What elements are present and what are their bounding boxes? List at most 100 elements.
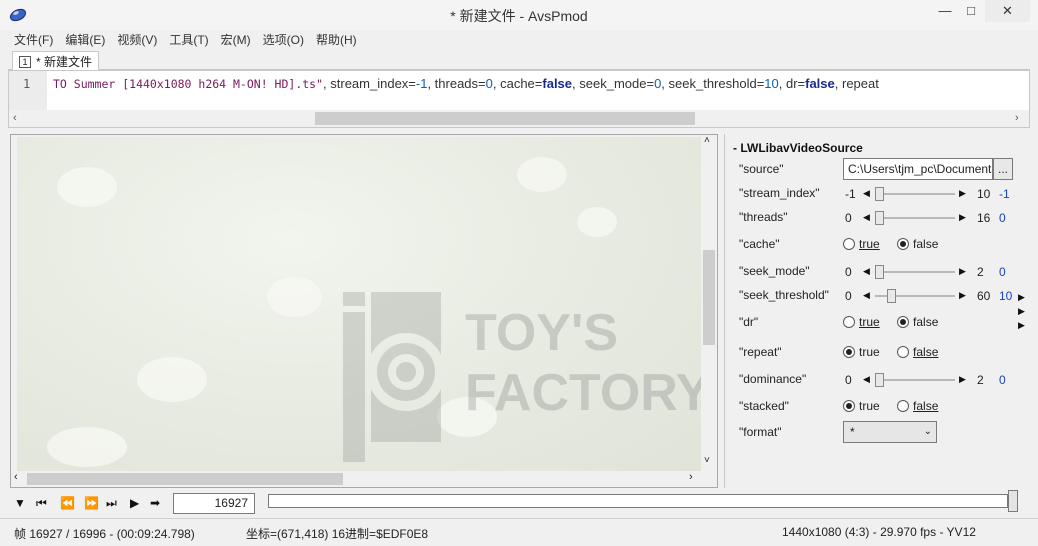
menu-item[interactable]: 宏(M): [215, 30, 257, 50]
radio-false-icon[interactable]: [897, 316, 910, 328]
first-frame-icon[interactable]: ⏮: [36, 496, 47, 511]
radio-false[interactable]: false: [897, 237, 938, 251]
slider-track[interactable]: [875, 217, 955, 219]
maximize-icon[interactable]: □: [956, 0, 986, 22]
slider-knob[interactable]: [875, 211, 884, 225]
slider-knob[interactable]: [875, 265, 884, 279]
radio-false-icon[interactable]: [897, 400, 910, 412]
threads-slider[interactable]: 0 ◀ ▶: [845, 211, 981, 225]
menu-item[interactable]: 选项(O): [257, 30, 310, 50]
radio-true[interactable]: true: [843, 237, 880, 251]
chevron-right-icon[interactable]: ▶: [1018, 318, 1028, 332]
radio-false[interactable]: false: [897, 315, 938, 329]
radio-false[interactable]: false: [897, 345, 938, 359]
format-select[interactable]: * ⌄: [843, 421, 937, 443]
radio-true-label[interactable]: true: [859, 315, 880, 329]
slider-track[interactable]: [875, 193, 955, 195]
decrement-icon[interactable]: ◀: [863, 374, 870, 385]
code-token: 0: [485, 76, 493, 91]
radio-true[interactable]: true: [843, 345, 880, 359]
slider-knob[interactable]: [875, 373, 884, 387]
video-horizontal-scrollbar[interactable]: ‹ ›: [11, 471, 701, 487]
panel-edge-arrows: ▶ ▶ ▶: [1018, 290, 1028, 332]
crop-frame-icon[interactable]: ➡: [150, 496, 160, 510]
radio-true-icon[interactable]: [843, 316, 855, 328]
radio-false-label[interactable]: false: [913, 399, 938, 413]
decrement-icon[interactable]: ◀: [863, 290, 870, 301]
source-input[interactable]: C:\Users\tjm_pc\Documents: [843, 158, 993, 180]
scroll-left-icon[interactable]: ‹: [13, 110, 17, 127]
video-hscroll-thumb[interactable]: [27, 473, 343, 485]
radio-true[interactable]: true: [843, 399, 880, 413]
format-label: "format": [739, 425, 782, 439]
radio-true-icon[interactable]: [843, 400, 855, 412]
toggle-preview-icon[interactable]: ▼: [14, 496, 26, 510]
scroll-right-icon[interactable]: ›: [1015, 110, 1019, 127]
slider-knob[interactable]: [875, 187, 884, 201]
increment-icon[interactable]: ▶: [959, 290, 966, 301]
last-frame-icon[interactable]: ⏭: [106, 496, 117, 511]
seek-mode-slider[interactable]: 0 ◀ ▶: [845, 265, 981, 279]
increment-icon[interactable]: ▶: [959, 374, 966, 385]
close-icon[interactable]: ✕: [985, 0, 1030, 22]
increment-icon[interactable]: ▶: [959, 188, 966, 199]
menu-item[interactable]: 文件(F): [8, 30, 59, 50]
stream-index-slider[interactable]: -1 ◀ ▶: [845, 187, 981, 201]
radio-false[interactable]: false: [897, 399, 938, 413]
script-editor[interactable]: 1 TO Summer [1440x1080 h264 M-ON! HD].ts…: [8, 70, 1030, 128]
dominance-slider[interactable]: 0 ◀ ▶: [845, 373, 981, 387]
slider-knob[interactable]: [886, 289, 896, 303]
filter-header[interactable]: - LWLibavVideoSource: [733, 141, 863, 155]
seek-threshold-slider[interactable]: 0 ◀ ▶: [845, 289, 981, 303]
menu-item[interactable]: 帮助(H): [310, 30, 363, 50]
radio-true[interactable]: true: [843, 315, 880, 329]
menu-item[interactable]: 编辑(E): [59, 30, 111, 50]
code-line[interactable]: TO Summer [1440x1080 h264 M-ON! HD].ts",…: [53, 76, 1025, 91]
radio-false-label[interactable]: false: [913, 345, 938, 359]
radio-false-label[interactable]: false: [913, 315, 938, 329]
radio-false-icon[interactable]: [897, 238, 910, 250]
prev-frame-icon[interactable]: ⏪: [60, 496, 75, 510]
slider-max: 2: [977, 373, 984, 387]
video-vscroll-thumb[interactable]: [703, 250, 715, 345]
decrement-icon[interactable]: ◀: [863, 212, 870, 223]
video-vertical-scrollbar[interactable]: ˄ ˅: [701, 135, 717, 473]
playback-bar: ▼ ⏮ ⏪ ⏩ ⏭ ▶ ➡ 16927: [8, 490, 1030, 516]
radio-true-icon[interactable]: [843, 346, 855, 358]
tab-new-file[interactable]: 1 * 新建文件: [12, 51, 100, 71]
video-preview[interactable]: TOY'S FACTORY: [17, 137, 701, 473]
slider-track[interactable]: [875, 379, 955, 381]
radio-true-label[interactable]: true: [859, 237, 880, 251]
play-icon[interactable]: ▶: [130, 496, 139, 510]
chevron-right-icon[interactable]: ▶: [1018, 304, 1028, 318]
decrement-icon[interactable]: ◀: [863, 188, 870, 199]
radio-false-icon[interactable]: [897, 346, 910, 358]
radio-true-label[interactable]: true: [859, 399, 880, 413]
timeline-thumb[interactable]: [1008, 490, 1018, 512]
editor-scroll-thumb[interactable]: [315, 112, 695, 125]
scroll-down-icon[interactable]: ˅: [704, 455, 710, 466]
scroll-left-icon[interactable]: ‹: [14, 471, 18, 483]
radio-true-label[interactable]: true: [859, 345, 880, 359]
editor-horizontal-scrollbar[interactable]: ‹ ›: [9, 110, 1029, 127]
radio-true-icon[interactable]: [843, 238, 855, 250]
slider-value: 0: [999, 211, 1006, 225]
slider-track[interactable]: [875, 271, 955, 273]
menu-item[interactable]: 视频(V): [111, 30, 163, 50]
increment-icon[interactable]: ▶: [959, 266, 966, 277]
code-token: , seek_mode=: [572, 76, 655, 91]
menu-item[interactable]: 工具(T): [163, 30, 214, 50]
browse-button[interactable]: ...: [993, 158, 1013, 180]
next-frame-icon[interactable]: ⏩: [84, 496, 99, 510]
radio-false-label[interactable]: false: [913, 237, 938, 251]
scroll-right-icon[interactable]: ›: [689, 471, 693, 483]
increment-icon[interactable]: ▶: [959, 212, 966, 223]
frame-number-input[interactable]: 16927: [173, 493, 255, 514]
window-title: * 新建文件 - AvsPmod: [450, 8, 588, 24]
timeline-slider[interactable]: [268, 494, 1008, 508]
code-token: 10: [764, 76, 779, 91]
decrement-icon[interactable]: ◀: [863, 266, 870, 277]
chevron-right-icon[interactable]: ▶: [1018, 290, 1028, 304]
scroll-up-icon[interactable]: ˄: [704, 135, 710, 146]
cache-label: "cache": [739, 237, 780, 251]
